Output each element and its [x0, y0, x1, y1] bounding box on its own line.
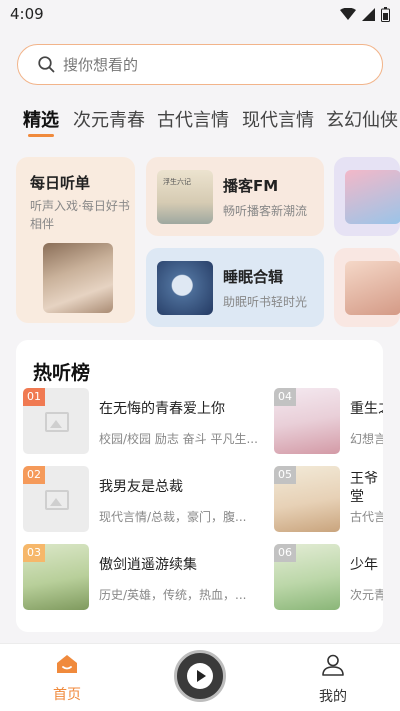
- nav-profile-label: 我的: [319, 689, 347, 705]
- list-item[interactable]: 04 重生之 幻想言: [274, 388, 383, 454]
- book-cover-placeholder: 01: [23, 388, 89, 454]
- bottom-navigation: 首页 我的: [0, 643, 400, 711]
- list-item[interactable]: 06 少年 次元青: [274, 544, 383, 610]
- rank-badge: 01: [23, 388, 45, 406]
- podcast-cover-text: 浮生六记: [163, 178, 191, 186]
- daily-list-title: 每日听单: [30, 174, 91, 192]
- nav-home[interactable]: 首页: [50, 654, 84, 704]
- tab-active-indicator: [28, 134, 54, 137]
- user-icon: [322, 654, 344, 676]
- status-bar: 4:09: [0, 0, 400, 28]
- book-cover-image: 06: [274, 544, 340, 610]
- book-title: 重生之: [350, 401, 383, 417]
- tab-featured[interactable]: 精选: [23, 106, 59, 132]
- book-title: 少年: [350, 557, 378, 573]
- partial-card-right-bottom[interactable]: [334, 248, 400, 327]
- tab-fantasy-xianxia[interactable]: 玄幻仙侠: [326, 106, 398, 132]
- rank-badge: 04: [274, 388, 296, 406]
- home-icon: [57, 655, 77, 673]
- book-tags: 校园/校园 励志 奋斗 平凡生...: [99, 432, 258, 446]
- book-tags: 古代言: [350, 510, 383, 524]
- search-placeholder: 搜你想看的: [63, 56, 139, 74]
- daily-list-card[interactable]: 每日听单 听声入戏·每日好书相伴: [16, 157, 135, 323]
- book-tags: 幻想言: [350, 432, 383, 446]
- podcast-fm-card[interactable]: 浮生六记 播客FM 畅听播客新潮流: [146, 157, 324, 236]
- book-cover-image: 04: [274, 388, 340, 454]
- nav-home-label: 首页: [53, 687, 81, 703]
- audio-player-button[interactable]: [174, 650, 226, 702]
- list-item[interactable]: 01 在无悔的青春爱上你 校园/校园 励志 奋斗 平凡生...: [23, 388, 273, 454]
- nav-profile[interactable]: 我的: [316, 654, 350, 706]
- tab-anime-youth[interactable]: 次元青春: [73, 106, 145, 132]
- sleep-cover-image: [157, 261, 213, 315]
- list-item[interactable]: 03 傲剑逍遥游续集 历史/英雄，传统，热血，...: [23, 544, 273, 610]
- sleep-collection-card[interactable]: 睡眠合辑 助眠听书轻时光: [146, 248, 324, 327]
- book-title-line2: 堂: [350, 489, 364, 505]
- tab-ancient-romance[interactable]: 古代言情: [157, 106, 229, 132]
- hot-list-panel: 热听榜 01 在无悔的青春爱上你 校园/校园 励志 奋斗 平凡生... 02 我…: [16, 340, 383, 632]
- podcast-fm-title: 播客FM: [223, 177, 279, 195]
- rank-badge: 05: [274, 466, 296, 484]
- podcast-cover-image: 浮生六记: [157, 170, 213, 224]
- partial-card-cover-image: [345, 261, 400, 315]
- status-icons: [340, 6, 390, 22]
- image-placeholder-icon: [45, 490, 69, 510]
- rank-badge: 03: [23, 544, 45, 562]
- list-item[interactable]: 05 王爷 堂 古代言: [274, 466, 383, 532]
- sleep-collection-title: 睡眠合辑: [223, 268, 284, 286]
- partial-card-right-top[interactable]: [334, 157, 400, 236]
- podcast-fm-subtitle: 畅听播客新潮流: [223, 204, 308, 218]
- book-title: 我男友是总裁: [99, 479, 183, 495]
- book-title: 在无悔的青春爱上你: [99, 401, 225, 417]
- rank-badge: 02: [23, 466, 45, 484]
- book-tags: 现代言情/总裁，豪门，腹...: [99, 510, 247, 524]
- book-cover-placeholder: 02: [23, 466, 89, 532]
- rank-badge: 06: [274, 544, 296, 562]
- search-bar[interactable]: 搜你想看的: [17, 44, 383, 85]
- play-icon: [187, 663, 213, 689]
- status-time: 4:09: [10, 5, 44, 23]
- wifi-icon: [340, 7, 356, 20]
- hot-list-title: 热听榜: [33, 362, 91, 384]
- image-placeholder-icon: [45, 412, 69, 432]
- book-title: 王爷: [350, 471, 378, 487]
- list-item[interactable]: 02 我男友是总裁 现代言情/总裁，豪门，腹...: [23, 466, 273, 532]
- book-cover-image: 05: [274, 466, 340, 532]
- daily-list-desc: 听声入戏·每日好书相伴: [30, 199, 130, 231]
- tab-modern-romance[interactable]: 现代言情: [242, 106, 314, 132]
- signal-icon: [362, 7, 375, 21]
- book-tags: 次元青: [350, 588, 383, 602]
- sleep-collection-subtitle: 助眠听书轻时光: [223, 295, 308, 309]
- book-cover-image: 03: [23, 544, 89, 610]
- partial-card-cover-image: [345, 170, 400, 224]
- book-tags: 历史/英雄，传统，热血，...: [99, 588, 247, 602]
- category-tabs: 精选 次元青春 古代言情 现代言情 玄幻仙侠: [0, 106, 400, 140]
- daily-list-cover-image: [43, 243, 113, 313]
- search-icon: [38, 56, 55, 73]
- book-title: 傲剑逍遥游续集: [99, 557, 197, 573]
- battery-icon: [381, 6, 390, 22]
